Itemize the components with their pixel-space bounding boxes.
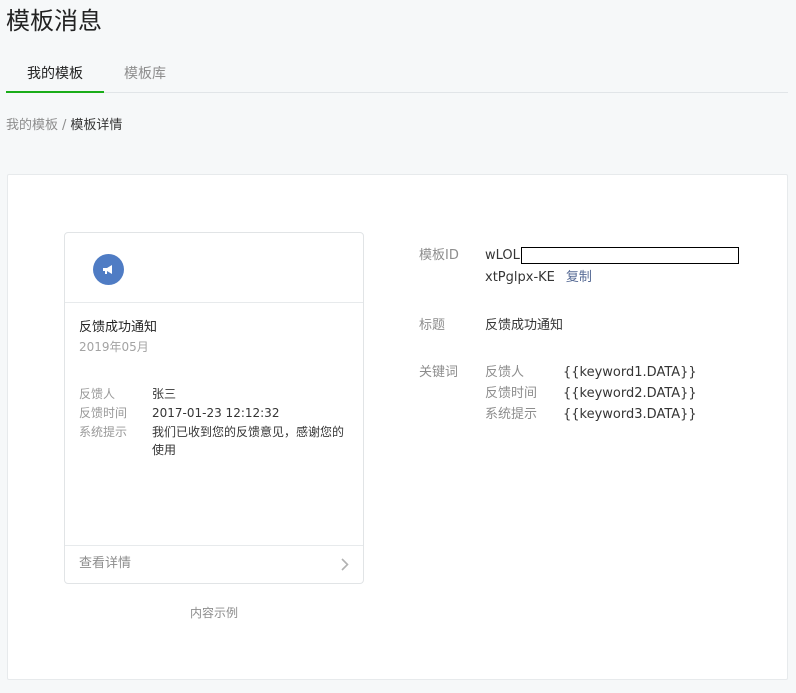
tab-my-templates[interactable]: 我的模板 xyxy=(6,55,104,93)
keyword-value: {{keyword3.DATA}} xyxy=(563,407,697,422)
template-id-suffix: xtPglpx-KE xyxy=(485,270,555,285)
view-details-row[interactable]: 查看详情 xyxy=(65,545,363,583)
breadcrumb-current: 模板详情 xyxy=(70,118,123,133)
redaction-box xyxy=(520,247,739,264)
megaphone-icon xyxy=(103,265,112,274)
keywords-list: 反馈人 {{keyword1.DATA}} 反馈时间 {{keyword2.DA… xyxy=(485,362,715,425)
chevron-right-icon xyxy=(341,558,349,571)
field-label: 反馈时间 xyxy=(79,406,128,420)
tab-bar: 我的模板 模板库 xyxy=(6,55,788,93)
keyword-row: 反馈时间 {{keyword2.DATA}} xyxy=(485,383,715,404)
breadcrumb: 我的模板 / 模板详情 xyxy=(6,117,122,135)
breadcrumb-separator: / xyxy=(62,118,67,133)
breadcrumb-my-templates-link[interactable]: 我的模板 xyxy=(6,118,58,133)
keyword-row: 反馈人 {{keyword1.DATA}} xyxy=(485,362,715,383)
avatar xyxy=(93,254,124,285)
title-value: 反馈成功通知 xyxy=(485,318,564,333)
keyword-row: 系统提示 {{keyword3.DATA}} xyxy=(485,404,715,425)
field-value: 张三 xyxy=(152,387,177,401)
field-value: 2017-01-23 12:12:32 xyxy=(152,406,280,420)
message-preview-card: 反馈成功通知 2019年05月 反馈人 张三 反馈时间 2017-01-23 1… xyxy=(64,232,364,584)
keyword-name: 系统提示 xyxy=(485,407,538,422)
title-label: 标题 xyxy=(419,318,446,333)
template-id-prefix: wLOL xyxy=(485,248,520,263)
field-value: 我们已收到您的反馈意见，感谢您的使用 xyxy=(152,425,345,457)
message-title: 反馈成功通知 xyxy=(79,320,158,335)
message-fields: 反馈人 张三 反馈时间 2017-01-23 12:12:32 系统提示 我们已… xyxy=(79,385,359,460)
keyword-name: 反馈时间 xyxy=(485,386,538,401)
keyword-value: {{keyword2.DATA}} xyxy=(563,386,697,401)
tab-template-library[interactable]: 模板库 xyxy=(104,55,186,93)
keyword-name: 反馈人 xyxy=(485,365,525,380)
view-details-label: 查看详情 xyxy=(79,556,132,571)
message-field-row: 反馈时间 2017-01-23 12:12:32 xyxy=(79,404,359,422)
preview-caption: 内容示例 xyxy=(189,606,238,620)
page-title: 模板消息 xyxy=(6,7,102,35)
message-field-row: 系统提示 我们已收到您的反馈意见，感谢您的使用 xyxy=(79,423,359,459)
message-date: 2019年05月 xyxy=(79,340,149,354)
copy-link[interactable]: 复制 xyxy=(566,270,592,285)
field-label: 系统提示 xyxy=(79,425,128,439)
template-detail-panel: 反馈成功通知 2019年05月 反馈人 张三 反馈时间 2017-01-23 1… xyxy=(7,174,788,680)
template-id-label: 模板ID xyxy=(419,248,459,263)
field-label: 反馈人 xyxy=(79,387,116,401)
template-id-value: wLOL xtPglpx-KE 复制 xyxy=(485,245,745,288)
keyword-value: {{keyword1.DATA}} xyxy=(563,365,697,380)
keywords-label: 关键词 xyxy=(419,365,459,380)
message-field-row: 反馈人 张三 xyxy=(79,385,359,403)
preview-header xyxy=(65,233,363,303)
